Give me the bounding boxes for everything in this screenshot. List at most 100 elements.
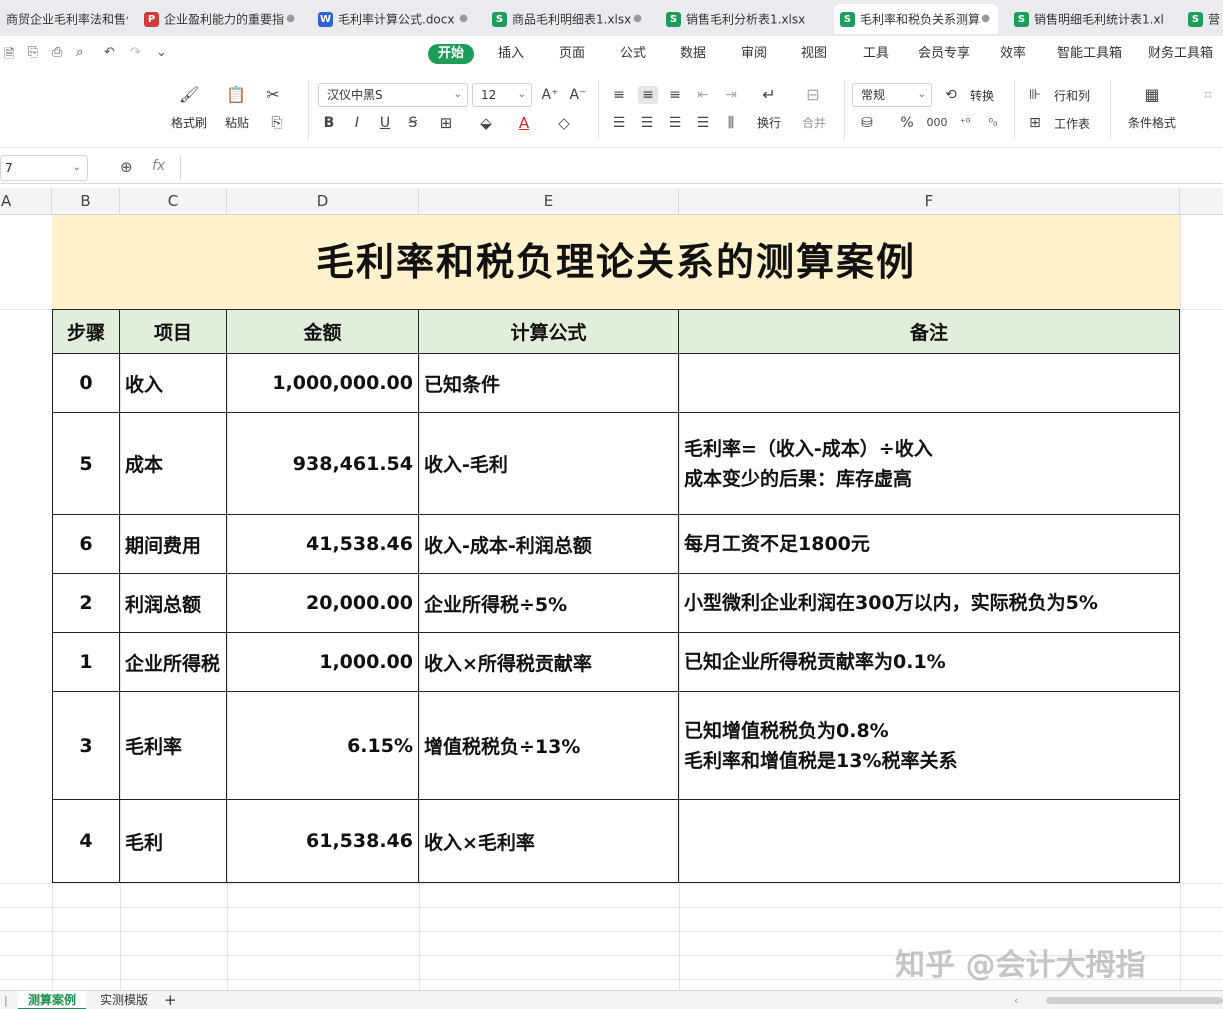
cell-step[interactable]: 2 (52, 574, 120, 633)
scroll-left-icon[interactable]: ‹ (1014, 991, 1018, 1009)
header-step[interactable]: 步骤 (52, 309, 120, 354)
formula-input[interactable] (180, 156, 1220, 180)
merge-cells-icon[interactable]: ⊟ (802, 86, 824, 104)
cell-note[interactable]: 已知企业所得税贡献率为0.1% (679, 633, 1180, 692)
cell-item[interactable]: 企业所得税 (120, 633, 227, 692)
align-left-icon[interactable]: ☰ (610, 114, 628, 132)
cell-step[interactable]: 0 (52, 354, 120, 413)
worksheet-label[interactable]: 工作表 (1046, 117, 1098, 131)
menu-member[interactable]: 会员专享 (918, 44, 970, 64)
menu-tools[interactable]: 工具 (863, 44, 889, 64)
font-color-icon[interactable]: A (512, 114, 536, 132)
file-tab-3[interactable]: S 商品毛利明细表1.xlsx ● (486, 4, 650, 34)
name-box[interactable]: 7 ⌄ (0, 155, 88, 181)
fill-color-icon[interactable]: ⬙ (474, 114, 498, 132)
cell-amount[interactable]: 1,000,000.00 (227, 354, 419, 413)
cell-amount[interactable]: 61,538.46 (227, 800, 419, 883)
cell-formula[interactable]: 企业所得税÷5% (419, 574, 679, 633)
cell-formula[interactable]: 增值税税负÷13% (419, 692, 679, 800)
header-note[interactable]: 备注 (679, 309, 1180, 354)
cell-step[interactable]: 6 (52, 515, 120, 574)
conditional-format-icon[interactable]: ▦ (1140, 86, 1164, 104)
menu-page[interactable]: 页面 (559, 44, 585, 64)
sheet-tab-calc-case[interactable]: 测算案例 (18, 991, 87, 1009)
close-icon[interactable]: ● (981, 4, 990, 34)
increase-decimal-icon[interactable]: ⁺⁰ (954, 114, 976, 132)
align-center-icon[interactable]: ☰ (638, 114, 656, 132)
paste-label[interactable]: 粘贴 (216, 116, 258, 130)
convert-label[interactable]: 转换 (962, 89, 1002, 103)
cell-step[interactable]: 4 (52, 800, 120, 883)
cell-item[interactable]: 利润总额 (120, 574, 227, 633)
cell-formula[interactable]: 收入-成本-利润总额 (419, 515, 679, 574)
cell-item[interactable]: 毛利 (120, 800, 227, 883)
align-right-icon[interactable]: ☰ (666, 114, 684, 132)
cell-item[interactable]: 成本 (120, 413, 227, 515)
cell-step[interactable]: 3 (52, 692, 120, 800)
menu-data[interactable]: 数据 (680, 44, 706, 64)
close-icon[interactable]: ● (459, 4, 468, 34)
format-painter-icon[interactable]: 🖌 (178, 86, 200, 104)
sheet-tab-test-template[interactable]: 实测模版 (90, 991, 158, 1009)
indent-decrease-icon[interactable]: ⇤ (694, 86, 712, 104)
cell-note[interactable]: 每月工资不足1800元 (679, 515, 1180, 574)
file-tab-4[interactable]: S 销售毛利分析表1.xlsx (660, 4, 824, 34)
header-formula[interactable]: 计算公式 (419, 309, 679, 354)
menu-efficiency[interactable]: 效率 (1000, 44, 1026, 64)
strikethrough-icon[interactable]: Ꞩ (404, 114, 422, 132)
print-icon[interactable]: ⎙ (52, 45, 62, 60)
print-preview-icon[interactable]: ⌕ (76, 45, 83, 60)
close-icon[interactable]: ● (633, 4, 642, 34)
column-header-b[interactable]: B (52, 188, 120, 215)
italic-icon[interactable]: I (348, 114, 366, 132)
fx-icon[interactable]: fx (152, 158, 165, 174)
underline-icon[interactable]: U (376, 114, 394, 132)
menu-view[interactable]: 视图 (801, 44, 827, 64)
sheet-nav-icon[interactable]: | (4, 991, 8, 1009)
format-painter-label[interactable]: 格式刷 (168, 116, 210, 130)
row-col-label[interactable]: 行和列 (1046, 89, 1098, 103)
more-icon[interactable]: ⌗ (1196, 86, 1220, 104)
column-header-d[interactable]: D (227, 188, 419, 215)
cell-amount[interactable]: 938,461.54 (227, 413, 419, 515)
cell-formula[interactable]: 收入×所得税贡献率 (419, 633, 679, 692)
column-header-e[interactable]: E (419, 188, 679, 215)
cell-formula[interactable]: 已知条件 (419, 354, 679, 413)
worksheet-icon[interactable]: ⊞ (1026, 114, 1044, 132)
font-grow-icon[interactable]: A⁺ (540, 86, 560, 104)
align-top-icon[interactable]: ≡ (610, 86, 628, 104)
font-name-select[interactable]: 汉仪中黑S ⌄ (318, 83, 468, 107)
indent-increase-icon[interactable]: ⇥ (722, 86, 740, 104)
cell-formula[interactable]: 收入-毛利 (419, 413, 679, 515)
merge-cells-label[interactable]: 合并 (792, 116, 836, 130)
file-tab-5-active[interactable]: S 毛利率和税负关系测算 ● (834, 4, 998, 34)
cell-note[interactable]: 已知增值税税负为0.8% 毛利率和增值税是13%税率关系 (679, 692, 1180, 800)
cell-amount[interactable]: 20,000.00 (227, 574, 419, 633)
menu-finance-toolbox[interactable]: 财务工具箱 (1148, 44, 1213, 64)
cell-note[interactable] (679, 800, 1180, 883)
column-header-a[interactable]: A (0, 188, 52, 215)
decrease-decimal-icon[interactable]: ⁰₀ (982, 114, 1004, 132)
row-col-icon[interactable]: ⊪ (1026, 86, 1044, 104)
file-tab-1[interactable]: P 企业盈利能力的重要指 ● (138, 4, 303, 34)
conditional-format-label[interactable]: 条件格式 (1120, 116, 1184, 130)
menu-insert[interactable]: 插入 (498, 44, 524, 64)
cell-amount[interactable]: 41,538.46 (227, 515, 419, 574)
cut-icon[interactable]: ✂ (262, 86, 284, 104)
cell-note[interactable] (679, 354, 1180, 413)
align-bottom-icon[interactable]: ≡ (666, 86, 684, 104)
undo-icon[interactable]: ↶ (104, 45, 115, 60)
clear-format-icon[interactable]: ◇ (552, 114, 576, 132)
thousands-icon[interactable]: 000 (926, 114, 948, 132)
font-size-select[interactable]: 12 ⌄ (472, 83, 532, 107)
file-tab-2[interactable]: W 毛利率计算公式.docx ● (312, 4, 476, 34)
close-icon[interactable]: ● (286, 4, 295, 34)
number-format-select[interactable]: 常规 ⌄ (852, 83, 932, 107)
chevron-down-icon[interactable]: ⌄ (156, 45, 167, 60)
copy-icon[interactable]: ⎘ (264, 114, 290, 132)
header-item[interactable]: 项目 (120, 309, 227, 354)
align-middle-icon[interactable]: ≡ (638, 86, 658, 104)
menu-smart-toolbox[interactable]: 智能工具箱 (1057, 44, 1122, 64)
zoom-icon[interactable]: ⊕ (120, 158, 133, 176)
share-icon[interactable]: ⎘ (28, 45, 38, 60)
